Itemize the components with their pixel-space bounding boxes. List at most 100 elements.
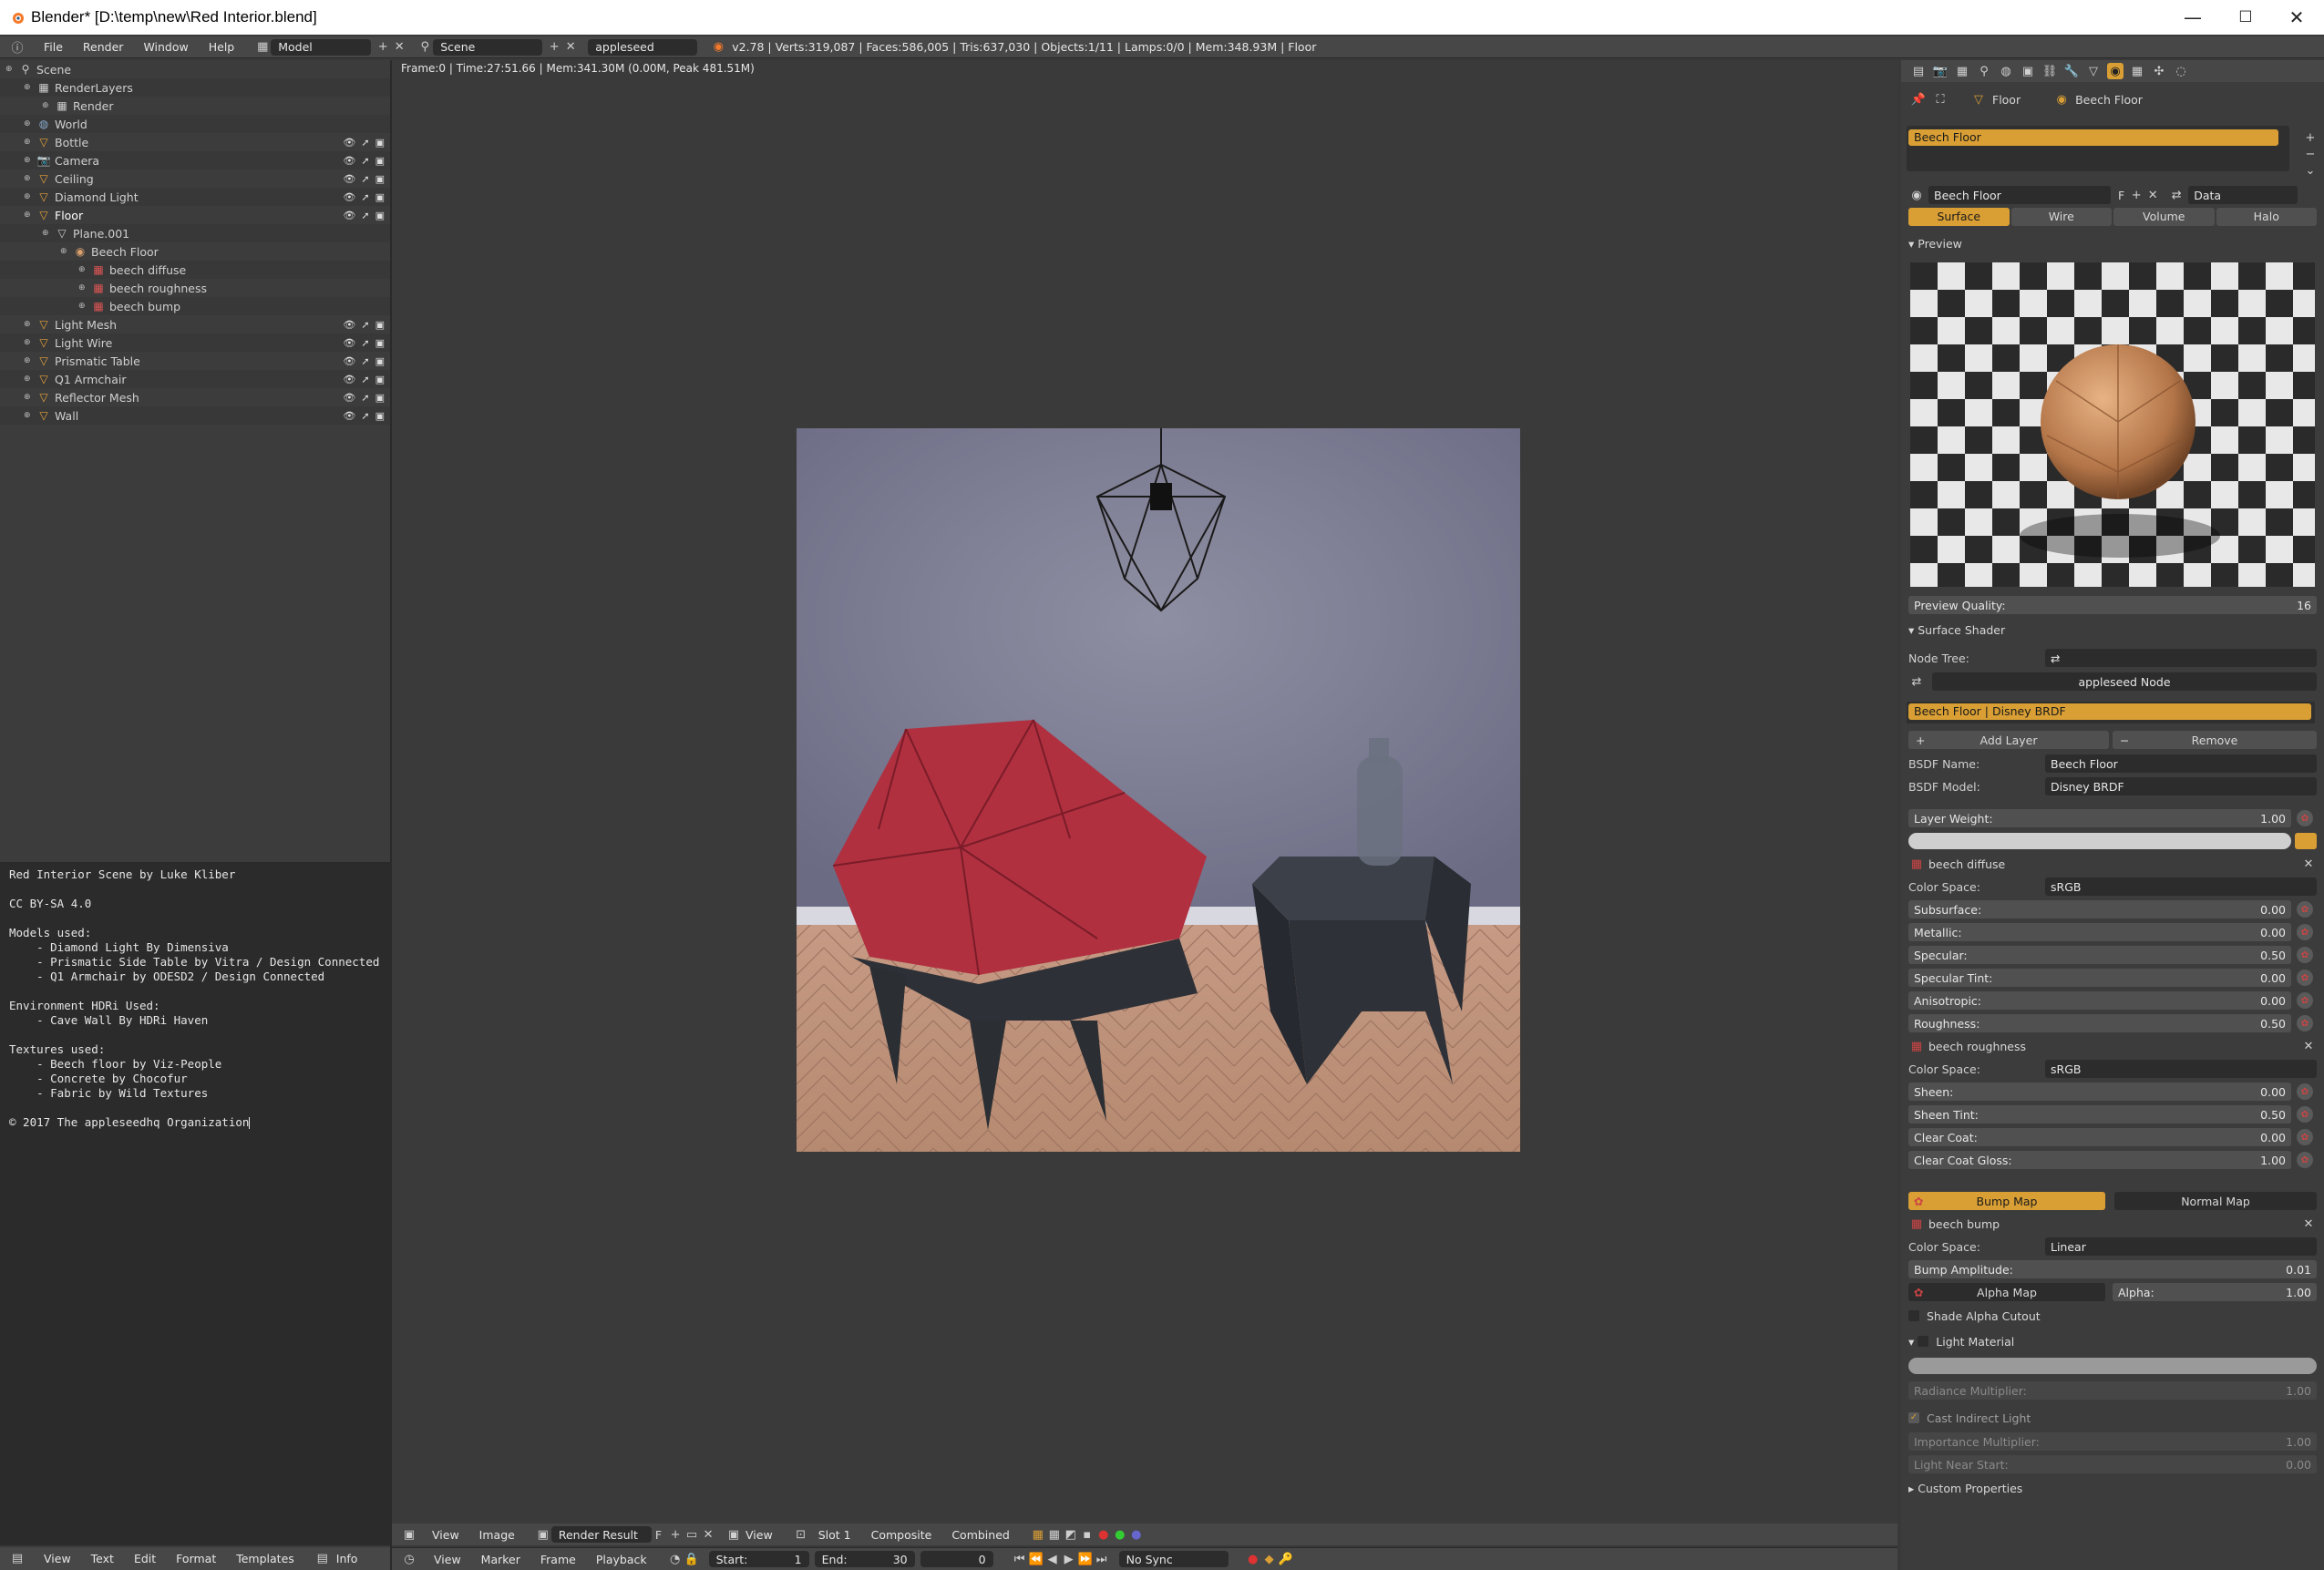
close-icon[interactable]: ✕ bbox=[2300, 856, 2317, 872]
checkbox[interactable] bbox=[1918, 1336, 1929, 1347]
bsdf-name-field[interactable]: Beech Floor bbox=[2045, 754, 2317, 773]
eye-icon[interactable]: 👁 bbox=[343, 173, 355, 185]
outliner-item[interactable]: ⊕ ▽ Reflector Mesh 👁 ➚ ▣ bbox=[0, 388, 390, 406]
custom-properties-header[interactable]: ▸ Custom Properties bbox=[1908, 1482, 2022, 1495]
eye-icon[interactable]: 👁 bbox=[343, 410, 355, 422]
slot-select[interactable]: Slot 1 bbox=[818, 1528, 851, 1542]
node-tree-field[interactable]: ⇄ bbox=[2045, 649, 2317, 667]
close-window-button[interactable]: ✕ bbox=[2269, 0, 2324, 35]
checkbox-checked-icon[interactable]: ✓ bbox=[1908, 1412, 1919, 1423]
param-field[interactable]: Anisotropic: 0.00 bbox=[1908, 991, 2291, 1010]
auto-keying-icon[interactable]: ● bbox=[1245, 1551, 1261, 1567]
cursor-icon[interactable]: ➚ bbox=[361, 410, 369, 422]
editor-type-icon[interactable]: ◷ bbox=[401, 1551, 417, 1567]
layer-weight-texture-field[interactable] bbox=[1908, 833, 2291, 849]
bump-amplitude-field[interactable]: Bump Amplitude: 0.01 bbox=[1908, 1260, 2317, 1278]
unlink-image-icon[interactable]: ✕ bbox=[700, 1526, 716, 1543]
expand-toggle-icon[interactable]: ⊕ bbox=[24, 138, 36, 147]
texture-link-icon[interactable]: ✿ bbox=[2297, 992, 2313, 1009]
pin-icon[interactable]: 📌 bbox=[1910, 91, 1927, 108]
expand-toggle-icon[interactable]: ⊕ bbox=[24, 393, 36, 402]
outliner-item[interactable]: ⊕ ▽ Light Mesh 👁 ➚ ▣ bbox=[0, 315, 390, 333]
texture-link-icon[interactable]: ✿ bbox=[2297, 947, 2313, 963]
texture-link-icon[interactable]: ✿ bbox=[2297, 901, 2313, 918]
editor-type-icon[interactable]: ⓘ bbox=[9, 39, 26, 56]
text-editor[interactable]: Red Interior Scene by Luke Kliber CC BY-… bbox=[0, 864, 390, 1545]
scopes-icon[interactable]: ▪ bbox=[1079, 1526, 1095, 1543]
texture-link-icon[interactable]: ✿ bbox=[2297, 1129, 2313, 1145]
bsdf-model-select[interactable]: Disney BRDF bbox=[2045, 777, 2317, 795]
screen-layout-select[interactable]: Model bbox=[271, 38, 372, 56]
preview-quality-field[interactable]: Preview Quality: 16 bbox=[1908, 596, 2317, 614]
scene-tab-icon[interactable]: ⚲ bbox=[1976, 63, 1992, 79]
expand-toggle-icon[interactable]: ⊕ bbox=[24, 411, 36, 420]
scene-select[interactable]: Scene bbox=[433, 38, 543, 56]
add-layer-button[interactable]: + Add Layer bbox=[1908, 731, 2109, 749]
texture-link-icon[interactable]: ✿ bbox=[2297, 924, 2313, 940]
expand-toggle-icon[interactable]: ⊕ bbox=[42, 101, 55, 110]
new-image-icon[interactable]: + bbox=[667, 1526, 684, 1543]
tab-wire[interactable]: Wire bbox=[2010, 208, 2112, 226]
cursor-icon[interactable]: ➚ bbox=[361, 355, 369, 367]
data-tab-icon[interactable]: ▽ bbox=[2085, 63, 2102, 79]
cursor-icon[interactable]: ➚ bbox=[361, 210, 369, 221]
outliner-item[interactable]: ⊕ ▦ Render bbox=[0, 97, 390, 115]
camera-render-icon[interactable]: ▣ bbox=[375, 191, 385, 203]
editor-type-icon[interactable]: ▤ bbox=[9, 1551, 26, 1567]
open-image-icon[interactable]: ▭ bbox=[684, 1526, 700, 1543]
view-mode-select[interactable]: View bbox=[746, 1528, 773, 1542]
radiance-multiplier-field[interactable]: Radiance Multiplier: 1.00 bbox=[1908, 1381, 2317, 1400]
expand-toggle-icon[interactable]: ⊕ bbox=[24, 83, 36, 92]
bsdf-layer-list[interactable]: Beech Floor | Disney BRDF bbox=[1907, 702, 2315, 723]
cast-indirect-light-row[interactable]: ✓ Cast Indirect Light bbox=[1908, 1409, 2317, 1427]
preview-range-icon[interactable]: ◔ bbox=[667, 1551, 684, 1567]
texture-link-icon[interactable]: ✿ bbox=[2297, 970, 2313, 986]
expand-toggle-icon[interactable]: ⊕ bbox=[24, 338, 36, 347]
render-layer-select[interactable]: Composite bbox=[871, 1528, 932, 1542]
particles-tab-icon[interactable]: ✣ bbox=[2151, 63, 2167, 79]
cursor-icon[interactable]: ➚ bbox=[361, 392, 369, 404]
color-space-select[interactable]: sRGB bbox=[2045, 877, 2317, 896]
render-tab-icon[interactable]: 📷 bbox=[1932, 63, 1949, 79]
text-datablock-icon[interactable]: ▤ bbox=[314, 1551, 331, 1567]
constraints-tab-icon[interactable]: ⛓ bbox=[2041, 63, 2058, 79]
camera-render-icon[interactable]: ▣ bbox=[375, 210, 385, 221]
expand-toggle-icon[interactable]: ⊕ bbox=[24, 356, 36, 365]
tab-volume[interactable]: Volume bbox=[2113, 208, 2215, 226]
camera-render-icon[interactable]: ▣ bbox=[375, 374, 385, 385]
draw-channels-icon[interactable]: ▦ bbox=[1046, 1526, 1063, 1543]
red-channel-icon[interactable]: ● bbox=[1095, 1526, 1112, 1543]
texture-link-icon[interactable]: ✿ bbox=[2297, 1152, 2313, 1168]
image-name-field[interactable]: Render Result bbox=[550, 1526, 652, 1543]
view-mode-icon[interactable]: ▣ bbox=[725, 1526, 742, 1543]
eye-icon[interactable]: 👁 bbox=[343, 319, 355, 331]
cursor-icon[interactable]: ➚ bbox=[361, 191, 369, 203]
eye-icon[interactable]: 👁 bbox=[343, 210, 355, 221]
outliner-item[interactable]: ⊕ ▽ Light Wire 👁 ➚ ▣ bbox=[0, 333, 390, 352]
jump-start-icon[interactable]: ⏮ bbox=[1012, 1551, 1028, 1567]
material-slot-list[interactable]: Beech Floor bbox=[1907, 126, 2289, 171]
image-menu-image[interactable]: Image bbox=[479, 1528, 515, 1542]
param-field[interactable]: Metallic: 0.00 bbox=[1908, 923, 2291, 941]
slot-specials-icon[interactable]: ⌄ bbox=[2302, 162, 2319, 179]
expand-toggle-icon[interactable]: ⊕ bbox=[24, 320, 36, 329]
text-datablock-name[interactable]: Info bbox=[336, 1552, 358, 1565]
tab-halo[interactable]: Halo bbox=[2216, 208, 2317, 226]
remove-screen-icon[interactable]: ✕ bbox=[391, 39, 407, 56]
light-near-start-field[interactable]: Light Near Start: 0.00 bbox=[1908, 1455, 2317, 1473]
current-frame-field[interactable]: 0 bbox=[920, 1551, 993, 1567]
outliner-item[interactable]: ⊕ ▦ RenderLayers bbox=[0, 78, 390, 97]
expand-toggle-icon[interactable]: ⊕ bbox=[60, 247, 73, 256]
eye-icon[interactable]: 👁 bbox=[343, 355, 355, 367]
remove-scene-icon[interactable]: ✕ bbox=[562, 39, 579, 56]
renderlayer-tab-icon[interactable]: ▦ bbox=[1954, 63, 1970, 79]
material-fake-user[interactable]: F bbox=[2118, 189, 2124, 202]
expand-toggle-icon[interactable]: ⊕ bbox=[78, 302, 91, 311]
outliner-item[interactable]: ⊕ ▽ Prismatic Table 👁 ➚ ▣ bbox=[0, 352, 390, 370]
text-menu-text[interactable]: Text bbox=[91, 1552, 114, 1565]
cursor-icon[interactable]: ➚ bbox=[361, 374, 369, 385]
outliner-item[interactable]: ⊕ ▽ Q1 Armchair 👁 ➚ ▣ bbox=[0, 370, 390, 388]
param-field[interactable]: Sheen: 0.00 bbox=[1908, 1083, 2291, 1101]
outliner-item[interactable]: ⊕ ▦ beech roughness bbox=[0, 279, 390, 297]
camera-render-icon[interactable]: ▣ bbox=[375, 155, 385, 167]
